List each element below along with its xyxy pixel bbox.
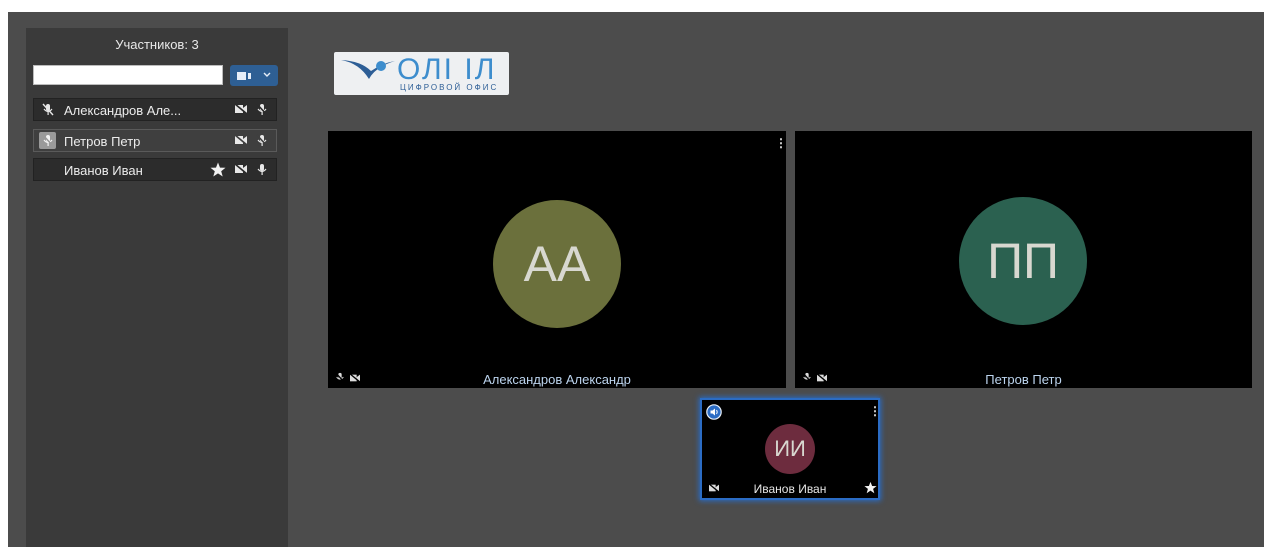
avatar-initials: ПП bbox=[987, 233, 1059, 289]
mic-off-icon[interactable] bbox=[256, 134, 268, 147]
mic-icon[interactable] bbox=[256, 163, 268, 176]
tile-menu-icon[interactable]: ⋮ bbox=[869, 404, 881, 418]
camera-icon bbox=[237, 72, 251, 80]
mic-off-toggle[interactable] bbox=[39, 132, 56, 149]
camera-off-icon[interactable] bbox=[234, 134, 248, 146]
avatar: ПП bbox=[959, 197, 1087, 325]
mic-off-icon[interactable] bbox=[256, 103, 268, 116]
tile-menu-icon[interactable]: ⋮ bbox=[775, 136, 787, 150]
participant-row[interactable]: Александров Але... bbox=[33, 98, 277, 121]
tile-participant-name: Александров Александр bbox=[483, 372, 631, 387]
video-tile[interactable]: ⋮ АА Александров Александр bbox=[328, 131, 787, 388]
video-tile-self[interactable]: ⋮ ИИ Иванов Иван bbox=[700, 398, 881, 500]
mic-off-icon bbox=[42, 103, 54, 116]
camera-off-icon[interactable] bbox=[234, 163, 248, 175]
tile-participant-name: Петров Петр bbox=[985, 372, 1062, 387]
tile-participant-name: Иванов Иван bbox=[753, 482, 827, 496]
avatar-initials: АА bbox=[523, 236, 591, 292]
camera-dropdown-button[interactable] bbox=[230, 65, 278, 86]
logo-subtitle: ЦИФРОВОЙ ОФИС bbox=[400, 83, 499, 92]
speaker-indicator-icon bbox=[706, 404, 722, 420]
participant-name: Александров Але... bbox=[64, 103, 182, 118]
participants-count: Участников: 3 bbox=[115, 37, 199, 52]
participant-row[interactable]: Иванов Иван bbox=[33, 158, 277, 181]
company-logo: ОЛІ ІЛ ЦИФРОВОЙ ОФИС bbox=[334, 52, 509, 95]
chevron-down-icon bbox=[263, 72, 271, 77]
mic-off-icon bbox=[42, 134, 54, 147]
participant-row[interactable]: Петров Петр bbox=[33, 129, 277, 152]
participant-search-input[interactable] bbox=[33, 65, 223, 85]
video-tile[interactable]: ПП Петров Петр bbox=[795, 131, 1252, 388]
avatar: АА bbox=[493, 200, 621, 328]
participant-name: Петров Петр bbox=[64, 134, 141, 149]
avatar: ИИ bbox=[765, 424, 815, 474]
logo-wordmark: ОЛІ ІЛ bbox=[397, 53, 497, 86]
star-icon bbox=[864, 481, 877, 494]
logo-swoosh-icon bbox=[341, 60, 395, 79]
participants-sidebar: Участников: 3 Александров Але... Петров … bbox=[26, 28, 288, 547]
camera-off-icon[interactable] bbox=[234, 103, 248, 115]
avatar-initials: ИИ bbox=[774, 436, 806, 461]
participant-name: Иванов Иван bbox=[64, 163, 143, 178]
star-icon bbox=[210, 162, 226, 177]
